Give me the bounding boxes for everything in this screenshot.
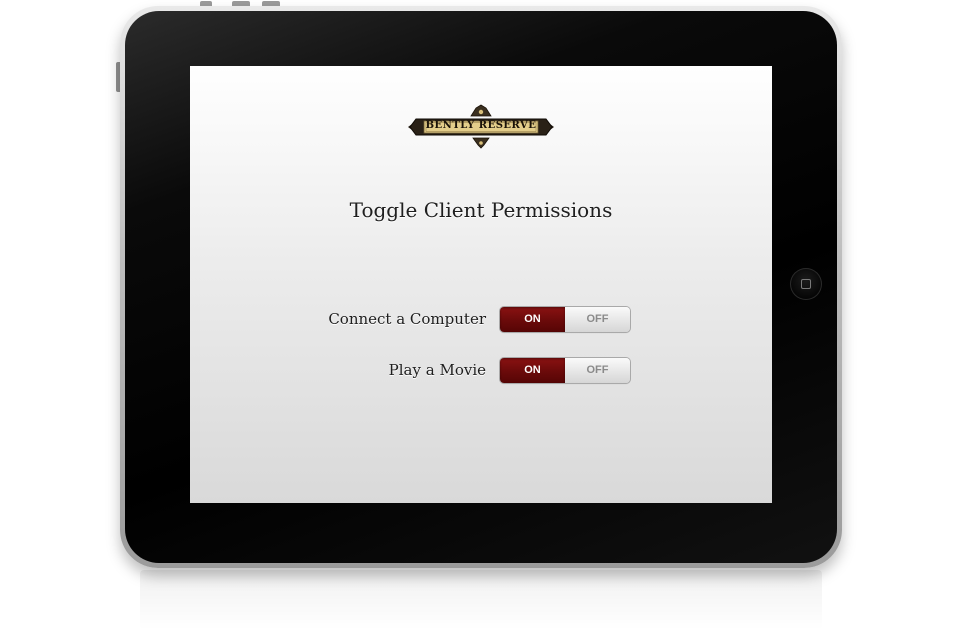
home-button[interactable]: [790, 268, 822, 300]
toggle-on-option[interactable]: ON: [500, 307, 565, 332]
toggle-off-option[interactable]: OFF: [565, 307, 630, 332]
app-screen: BENTLY RESERVE Toggle Client Permissions…: [190, 66, 772, 503]
bently-reserve-logo: BENTLY RESERVE: [406, 104, 556, 150]
toggle-on-option[interactable]: ON: [500, 358, 565, 383]
stage: BENTLY RESERVE Toggle Client Permissions…: [0, 0, 960, 643]
play-movie-toggle[interactable]: ON OFF: [500, 358, 630, 383]
permission-label: Play a Movie: [388, 361, 486, 379]
home-square-icon: [801, 279, 811, 289]
permission-row-play-movie: Play a Movie ON OFF: [190, 358, 772, 384]
toggle-off-option[interactable]: OFF: [565, 358, 630, 383]
device-reflection: [140, 570, 822, 630]
permission-row-connect-computer: Connect a Computer ON OFF: [190, 307, 772, 333]
page-title: Toggle Client Permissions: [349, 198, 613, 222]
connect-computer-toggle[interactable]: ON OFF: [500, 307, 630, 332]
logo-text: BENTLY RESERVE: [425, 120, 537, 131]
permission-label: Connect a Computer: [328, 310, 486, 328]
